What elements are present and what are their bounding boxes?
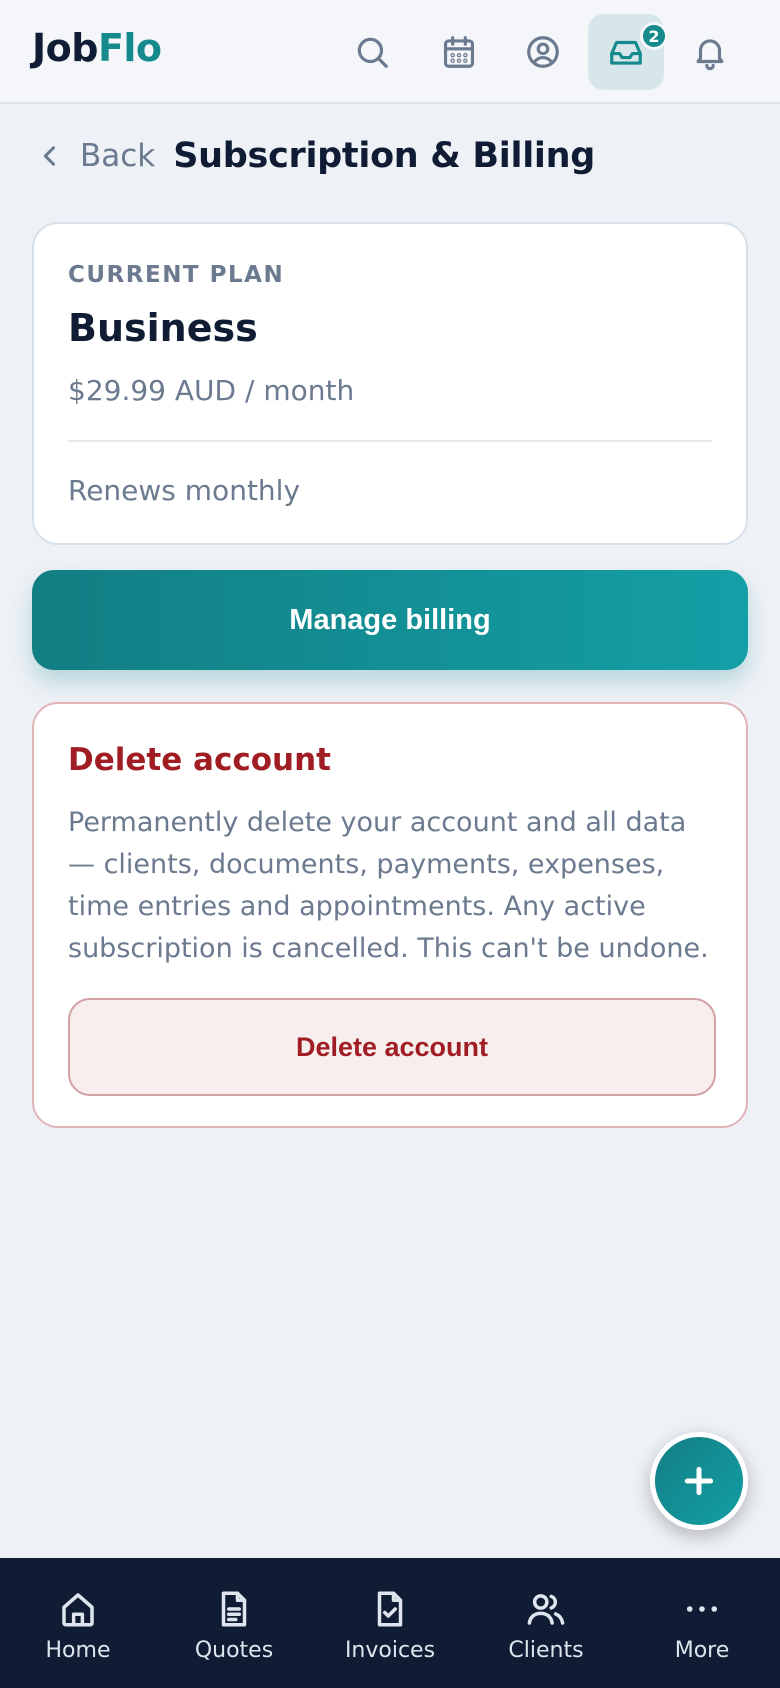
search-button[interactable]	[334, 14, 410, 90]
page-header: Back Subscription & Billing	[36, 128, 595, 184]
delete-account-button[interactable]: Delete account	[68, 998, 716, 1096]
nav-label-clients: Clients	[508, 1638, 584, 1663]
plan-renewal: Renews monthly	[68, 474, 301, 507]
nav-item-quotes[interactable]: Quotes	[156, 1558, 312, 1688]
back-label: Back	[80, 138, 156, 174]
delete-account-card: Delete account Permanently delete your a…	[32, 702, 748, 1128]
plan-label: CURRENT PLAN	[68, 262, 285, 288]
inbox-button[interactable]: 2	[588, 14, 668, 90]
calendar-icon	[443, 36, 475, 68]
current-plan-card: CURRENT PLAN Business $29.99 AUD / month…	[32, 222, 748, 545]
delete-account-description: Permanently delete your account and all …	[68, 807, 709, 964]
back-button[interactable]: Back	[36, 138, 155, 174]
calendar-button[interactable]	[421, 14, 497, 90]
user-circle-icon	[527, 36, 559, 68]
notifications-button[interactable]	[672, 14, 748, 90]
bell-icon	[696, 39, 724, 71]
nav-item-invoices[interactable]: Invoices	[312, 1558, 468, 1688]
plan-price: $29.99 AUD / month	[68, 374, 355, 407]
divider	[68, 440, 712, 442]
page-title: Subscription & Billing	[173, 136, 595, 176]
profile-button[interactable]	[505, 14, 581, 90]
users-icon	[527, 1594, 565, 1625]
nav-item-home[interactable]: Home	[0, 1558, 156, 1688]
document-icon	[221, 1591, 247, 1627]
nav-label-quotes: Quotes	[194, 1638, 274, 1663]
plus-icon	[684, 1466, 714, 1496]
nav-label-more: More	[674, 1638, 730, 1663]
nav-label-home: Home	[45, 1638, 111, 1663]
inbox-badge: 2	[640, 22, 668, 50]
bottom-navigation: Home Quotes Invoices Clients More	[0, 1558, 780, 1688]
search-icon	[357, 37, 388, 68]
more-dots-icon	[686, 1606, 718, 1612]
nav-label-invoices: Invoices	[344, 1638, 436, 1663]
home-icon	[62, 1593, 94, 1627]
delete-account-heading: Delete account	[68, 742, 331, 778]
top-bar: JobFlo 2	[0, 0, 780, 104]
chevron-left-icon	[43, 146, 56, 166]
app-logo[interactable]: JobFlo	[32, 26, 162, 70]
nav-item-more[interactable]: More	[624, 1558, 780, 1688]
add-button[interactable]	[650, 1432, 748, 1530]
plan-name: Business	[68, 306, 258, 350]
nav-item-clients[interactable]: Clients	[468, 1558, 624, 1688]
invoice-check-icon	[377, 1591, 403, 1627]
manage-billing-button[interactable]: Manage billing	[32, 570, 748, 670]
